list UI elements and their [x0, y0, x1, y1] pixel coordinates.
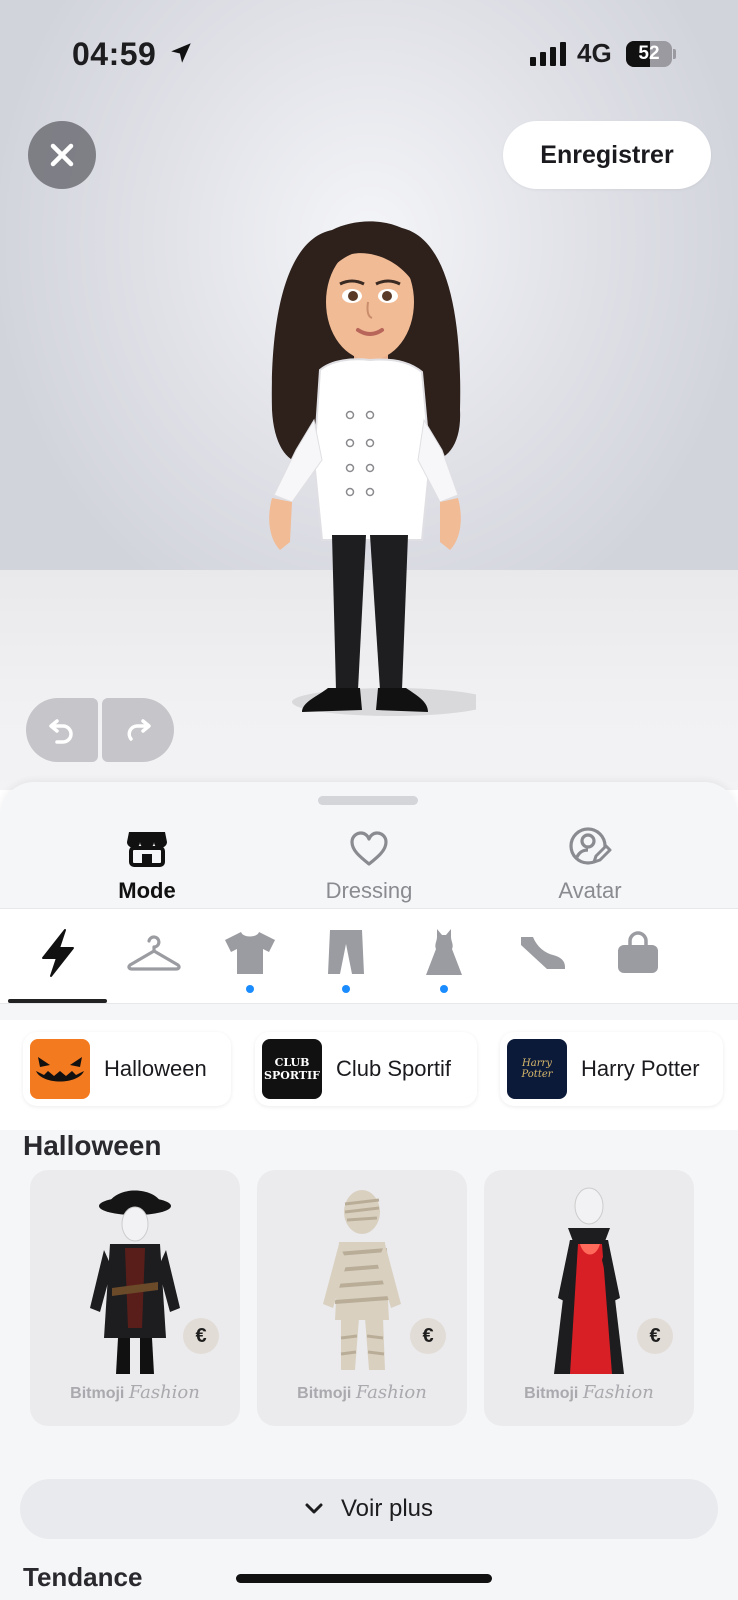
- category-dresses[interactable]: [412, 923, 476, 993]
- store-icon: [127, 832, 167, 867]
- hanger-icon: [127, 935, 181, 971]
- tab-avatar-label: Avatar: [558, 878, 622, 903]
- network-type: 4G: [577, 38, 612, 68]
- category-hanger[interactable]: [122, 923, 186, 983]
- outfit-card-vampire[interactable]: € Bitmoji Fashion: [484, 1170, 694, 1426]
- collection-chip-club-sportif[interactable]: CLUB SPORTIF Club Sportif: [255, 1032, 477, 1106]
- new-items-dot: [342, 985, 350, 993]
- shoe-icon: [521, 937, 565, 969]
- location-arrow-icon: [171, 43, 191, 63]
- avatar-stage: 04:59 4G 52 Enregistrer: [0, 0, 738, 790]
- brand-logo: Bitmoji Fashion: [524, 1382, 654, 1403]
- undo-redo-group: [26, 698, 174, 762]
- status-bar: 04:59 4G 52: [0, 0, 738, 100]
- price-badge: €: [637, 1318, 673, 1354]
- pumpkin-icon: [30, 1039, 90, 1099]
- new-items-dot: [246, 985, 254, 993]
- collection-chip-harry-potter[interactable]: Harry Potter Harry Potter: [500, 1032, 723, 1106]
- bitmoji-avatar[interactable]: [262, 210, 476, 750]
- next-section-title: Tendance: [23, 1562, 143, 1592]
- category-featured[interactable]: [26, 923, 90, 983]
- close-button[interactable]: [28, 121, 96, 189]
- brand-logo: Bitmoji Fashion: [70, 1382, 200, 1403]
- close-icon: [50, 143, 74, 167]
- redo-button[interactable]: [102, 698, 174, 762]
- category-bottoms[interactable]: [314, 923, 378, 993]
- active-category-indicator: [8, 999, 107, 1003]
- battery-percent: 52: [638, 43, 660, 64]
- collection-label: Harry Potter: [581, 1056, 700, 1081]
- avatar-edit-icon: [569, 827, 612, 865]
- status-time: 04:59: [72, 36, 157, 72]
- home-indicator[interactable]: [236, 1574, 492, 1583]
- collection-label: Halloween: [104, 1056, 207, 1081]
- collection-chip-halloween[interactable]: Halloween: [23, 1032, 231, 1106]
- price-badge: €: [410, 1318, 446, 1354]
- outfit-card-pirate[interactable]: € Bitmoji Fashion: [30, 1170, 240, 1426]
- battery-tip: [673, 49, 676, 59]
- sheet-grabber[interactable]: [318, 796, 418, 805]
- price-badge: €: [183, 1318, 219, 1354]
- outfit-grid: € Bitmoji Fashion € Bitmoji Fashion € Bi…: [0, 1170, 738, 1440]
- bag-icon: [618, 931, 658, 973]
- tab-avatar[interactable]: Avatar: [490, 822, 690, 904]
- undo-button[interactable]: [26, 698, 98, 762]
- closet-sheet: Mode Dressing Avatar Halloween CLUB SPOR…: [0, 782, 738, 1600]
- lightning-icon: [42, 929, 74, 977]
- category-shoes[interactable]: [510, 923, 574, 983]
- tab-dressing[interactable]: Dressing: [269, 822, 469, 904]
- club-sportif-logo: CLUB SPORTIF: [262, 1039, 322, 1099]
- chevron-down-icon: [305, 1503, 323, 1514]
- brand-logo: Bitmoji Fashion: [297, 1382, 427, 1403]
- battery-icon: 52: [626, 41, 672, 67]
- new-items-dot: [440, 985, 448, 993]
- tshirt-icon: [225, 932, 275, 974]
- see-more-button[interactable]: Voir plus: [20, 1479, 718, 1539]
- category-accessories[interactable]: [606, 923, 670, 983]
- signal-icon: [530, 42, 566, 66]
- outfit-card-mummy[interactable]: € Bitmoji Fashion: [257, 1170, 467, 1426]
- save-button[interactable]: Enregistrer: [503, 121, 711, 189]
- pants-icon: [328, 930, 364, 974]
- tab-dressing-label: Dressing: [325, 878, 413, 903]
- undo-icon: [49, 719, 73, 744]
- collection-label: Club Sportif: [336, 1056, 451, 1081]
- category-tops[interactable]: [218, 923, 282, 993]
- harry-potter-logo: Harry Potter: [507, 1039, 567, 1099]
- category-bar: [0, 908, 738, 1004]
- tab-mode[interactable]: Mode: [47, 822, 247, 904]
- see-more-label: Voir plus: [340, 1495, 434, 1522]
- collection-chips: Halloween CLUB SPORTIF Club Sportif Harr…: [0, 1020, 738, 1130]
- tab-mode-label: Mode: [118, 878, 176, 903]
- section-title: Halloween: [23, 1130, 162, 1161]
- redo-icon: [127, 719, 151, 741]
- heart-icon: [350, 831, 388, 866]
- dress-icon: [426, 929, 462, 975]
